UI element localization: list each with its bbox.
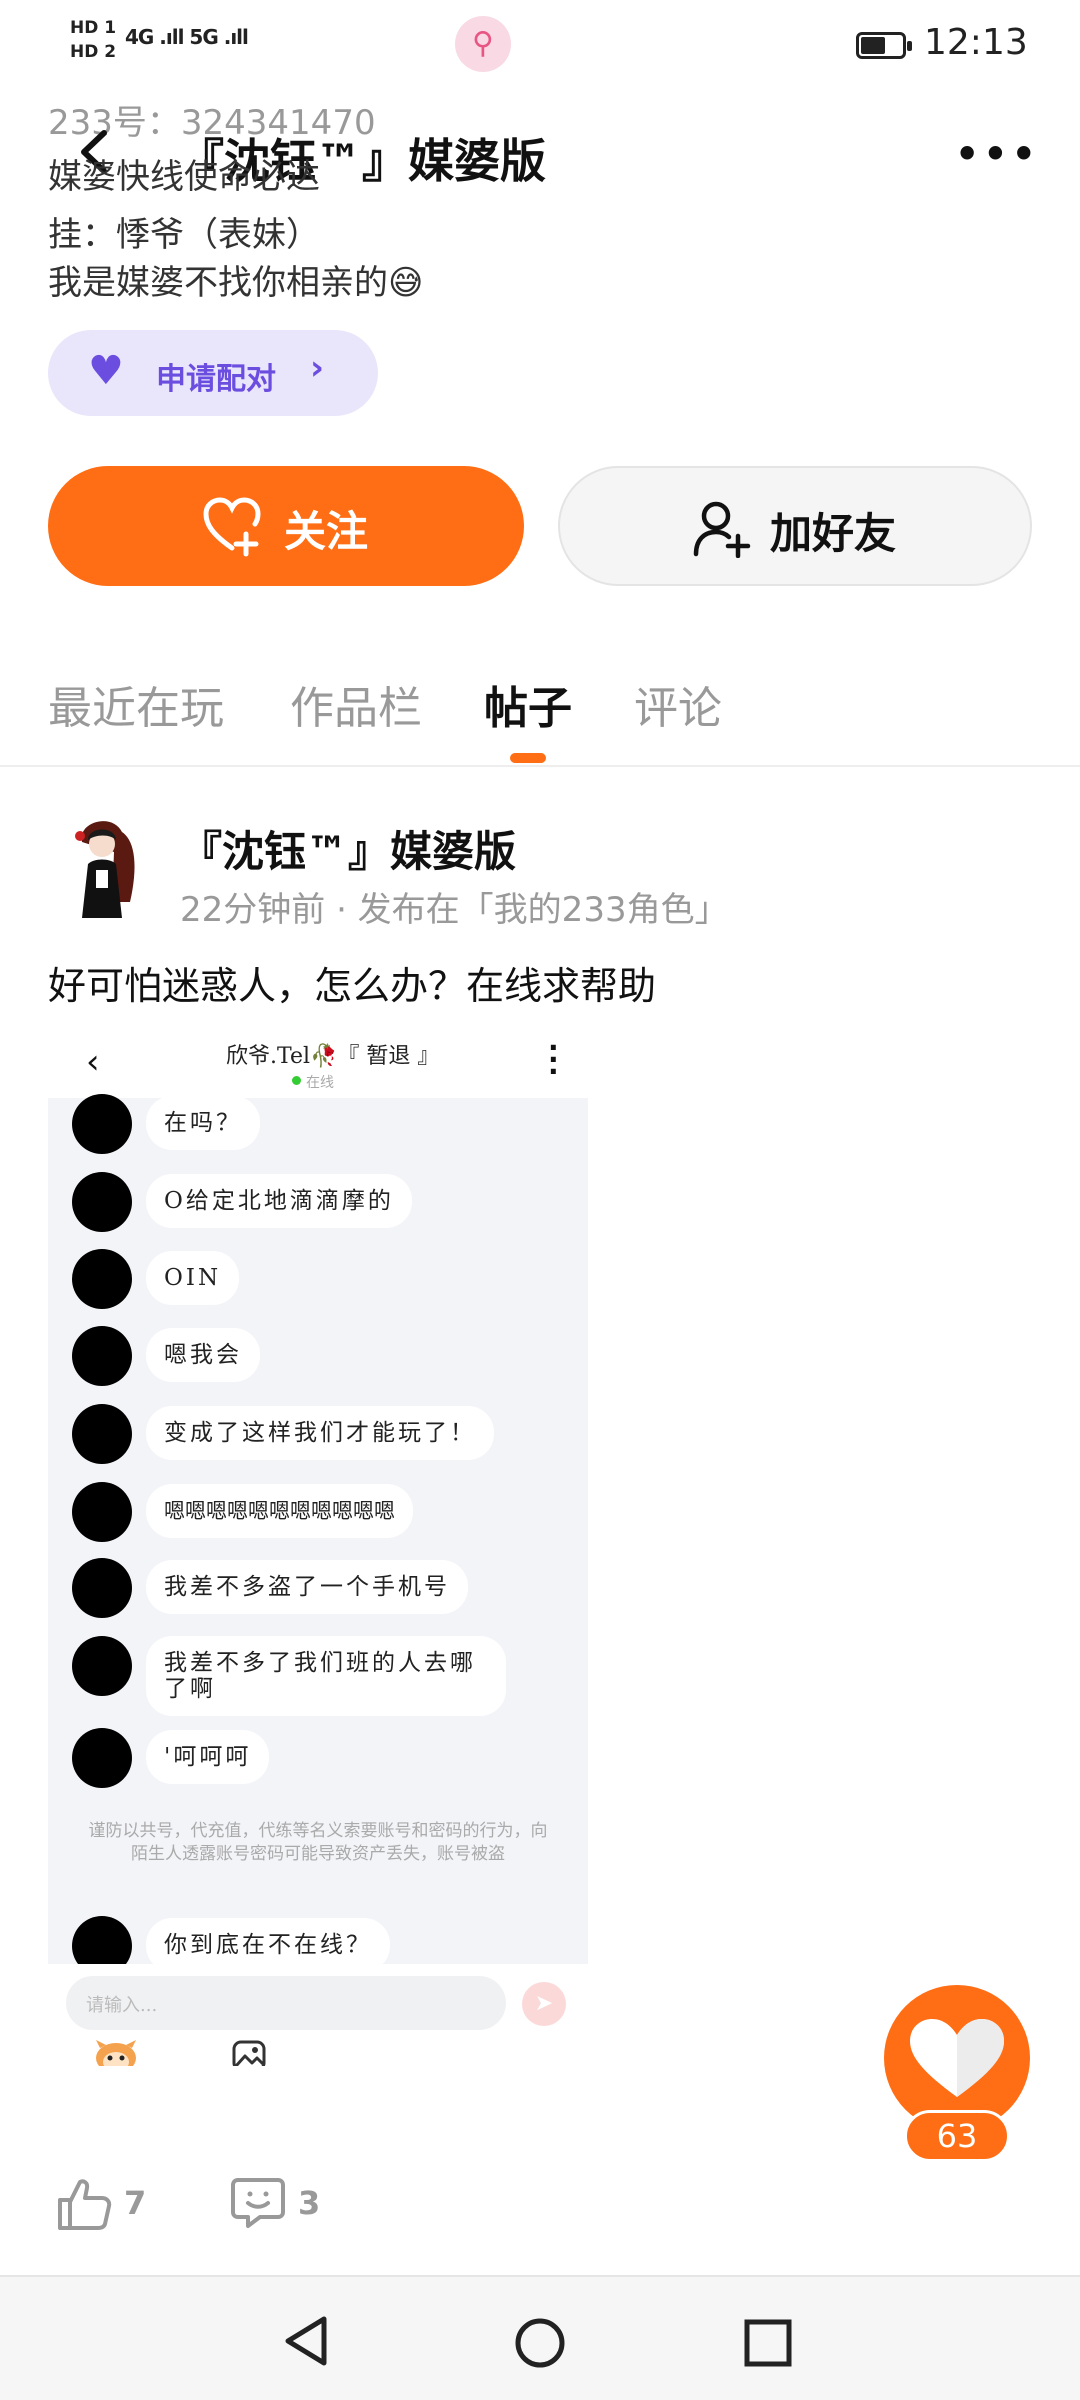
more-options-icon[interactable]: ••• — [955, 132, 1040, 176]
add-friend-button[interactable]: 加好友 — [558, 466, 1032, 586]
emoji-face-icon — [96, 2040, 136, 2066]
chat-avatar — [72, 1326, 132, 1386]
post-author[interactable]: 『沈钰™』媒婆版 — [180, 818, 516, 879]
chat-message: O给定北地滴滴摩的 — [146, 1174, 412, 1228]
sim1-label: HD 1 — [70, 18, 117, 38]
like-count: 7 — [124, 2184, 147, 2222]
chevron-left-icon: ‹ — [86, 1042, 100, 1082]
chat-message: 嗯我会 — [146, 1328, 260, 1382]
chat-input-bar: 请输入... ➤ — [48, 1964, 588, 2066]
apply-pair-button[interactable]: ♥ 申请配对 › — [48, 330, 378, 416]
bio-line: 媒婆快线使命必达 — [48, 157, 320, 197]
tab-comments[interactable]: 评论 — [634, 672, 722, 736]
add-user-icon — [693, 501, 751, 558]
chat-message: 嗯嗯嗯嗯嗯嗯嗯嗯嗯嗯嗯 — [146, 1484, 413, 1538]
sim-indicators: HD 1 HD 2 — [70, 16, 116, 64]
thumbs-up-icon[interactable] — [54, 2174, 114, 2234]
comment-count: 3 — [298, 2184, 321, 2222]
post-image[interactable]: ‹ 欣爷.Tel🥀『 暂退 』 在线 · · · 在吗？ O给定北地滴滴摩的 OIN… — [48, 1020, 588, 2066]
heart-plus-icon — [203, 497, 261, 557]
post-text: 好可怕迷惑人，怎么办？在线求帮助 — [48, 964, 657, 1008]
follow-button[interactable]: 关注 — [48, 466, 524, 586]
system-nav-bar — [0, 2275, 1080, 2400]
chat-title: 欣爷.Tel🥀『 暂退 』 — [226, 1044, 440, 1069]
active-tab-indicator — [510, 753, 546, 763]
chat-header: ‹ 欣爷.Tel🥀『 暂退 』 在线 · · · — [48, 1020, 588, 1098]
chat-avatar — [72, 1404, 132, 1464]
chat-avatar — [72, 1728, 132, 1788]
bio-line: 我是媒婆不找你相亲的😅 — [48, 263, 424, 303]
divider — [0, 765, 1080, 767]
signal-icon: 4G .ıll 5G .ıll — [125, 25, 249, 49]
chat-avatar — [72, 1636, 132, 1696]
chat-avatar — [72, 1482, 132, 1542]
chat-message: 变成了这样我们才能玩了！ — [146, 1406, 494, 1460]
like-count-badge: 63 — [904, 2110, 1010, 2162]
apply-pair-label: 申请配对 — [156, 362, 276, 397]
image-icon — [232, 2040, 266, 2066]
send-icon: ➤ — [522, 1982, 566, 2026]
chat-message: '呵呵呵 — [146, 1730, 270, 1784]
security-warning: 谨防以共号，代充值，代练等名义索要账号和密码的行为，向陌生人透露账号密码可能导致… — [88, 1821, 548, 1864]
add-friend-label: 加好友 — [770, 509, 897, 558]
comment-icon[interactable] — [230, 2174, 286, 2230]
post-meta: 22分钟前 · 发布在「我的233角色」 — [180, 890, 729, 930]
bio-line: 挂：悸爷（表妹） — [48, 215, 320, 255]
chat-avatar — [72, 1172, 132, 1232]
nav-back-icon[interactable] — [282, 2315, 332, 2367]
floating-search-icon[interactable]: ⚲ — [455, 16, 511, 72]
chat-message: 在吗？ — [146, 1096, 260, 1150]
online-dot-icon — [292, 1076, 301, 1085]
battery-icon — [856, 32, 912, 59]
status-bar: HD 1 HD 2 4G .ıll 5G .ıll ⚲ 12:13 — [0, 0, 1080, 90]
sim2-label: HD 2 — [70, 42, 117, 62]
chat-input: 请输入... — [66, 1976, 506, 2030]
tab-posts[interactable]: 帖子 — [484, 672, 572, 736]
heart-icon: ♥ — [88, 348, 124, 394]
chat-avatar — [72, 1558, 132, 1618]
online-status: 在线 — [306, 1075, 334, 1091]
avatar[interactable] — [52, 812, 152, 922]
nav-home-icon[interactable] — [512, 2315, 568, 2371]
chat-avatar — [72, 1094, 132, 1154]
nav-recents-icon[interactable] — [742, 2317, 794, 2369]
follow-label: 关注 — [284, 507, 369, 556]
vertical-dots-icon: · · · — [548, 1031, 559, 1088]
anime-avatar-icon — [52, 812, 152, 922]
chat-message: OIN — [146, 1251, 240, 1305]
chat-avatar — [72, 1249, 132, 1309]
tab-recently-played[interactable]: 最近在玩 — [48, 672, 224, 736]
chevron-right-icon: › — [310, 348, 325, 388]
status-time: 12:13 — [924, 22, 1028, 63]
tab-works[interactable]: 作品栏 — [290, 672, 422, 736]
chat-message: 我差不多盗了一个手机号 — [146, 1560, 468, 1614]
chat-message: 我差不多了我们班的人去哪了啊 — [146, 1636, 506, 1716]
